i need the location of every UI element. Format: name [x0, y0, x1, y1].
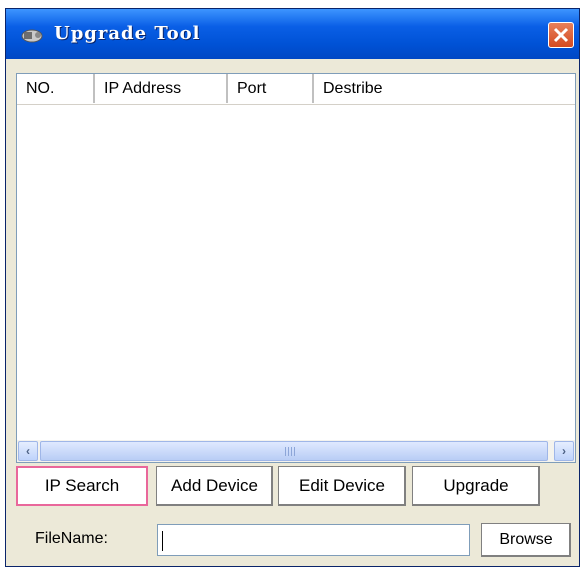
- close-icon: [553, 27, 569, 43]
- grip-icon: [285, 447, 295, 456]
- horizontal-scrollbar[interactable]: ‹ ›: [17, 440, 575, 462]
- plug-icon: [20, 26, 46, 44]
- edit-device-button[interactable]: Edit Device: [278, 466, 406, 506]
- column-header-describe[interactable]: Destribe: [314, 74, 564, 103]
- browse-button[interactable]: Browse: [481, 523, 571, 557]
- close-button[interactable]: [548, 22, 574, 48]
- filename-label: FileName:: [35, 530, 108, 547]
- device-list[interactable]: NO. IP Address Port Destribe ‹ ›: [16, 73, 576, 463]
- title-bar[interactable]: Upgrade Tool: [6, 9, 579, 59]
- upgrade-button[interactable]: Upgrade: [412, 466, 540, 506]
- text-caret: [162, 531, 163, 551]
- add-device-button[interactable]: Add Device: [156, 466, 273, 506]
- ip-search-button[interactable]: IP Search: [16, 466, 148, 506]
- scroll-right-button[interactable]: ›: [554, 441, 574, 461]
- list-header: NO. IP Address Port Destribe: [17, 74, 575, 105]
- upgrade-tool-window: Upgrade Tool NO. IP Address Port Destrib…: [5, 8, 580, 567]
- column-header-ip-address[interactable]: IP Address: [95, 74, 228, 103]
- filename-input[interactable]: [157, 524, 470, 556]
- chevron-left-icon: ‹: [26, 444, 30, 458]
- column-header-no[interactable]: NO.: [17, 74, 95, 103]
- scroll-thumb[interactable]: [40, 441, 548, 461]
- window-title: Upgrade Tool: [54, 23, 201, 44]
- chevron-right-icon: ›: [562, 444, 566, 458]
- scroll-left-button[interactable]: ‹: [18, 441, 38, 461]
- column-header-port[interactable]: Port: [228, 74, 314, 103]
